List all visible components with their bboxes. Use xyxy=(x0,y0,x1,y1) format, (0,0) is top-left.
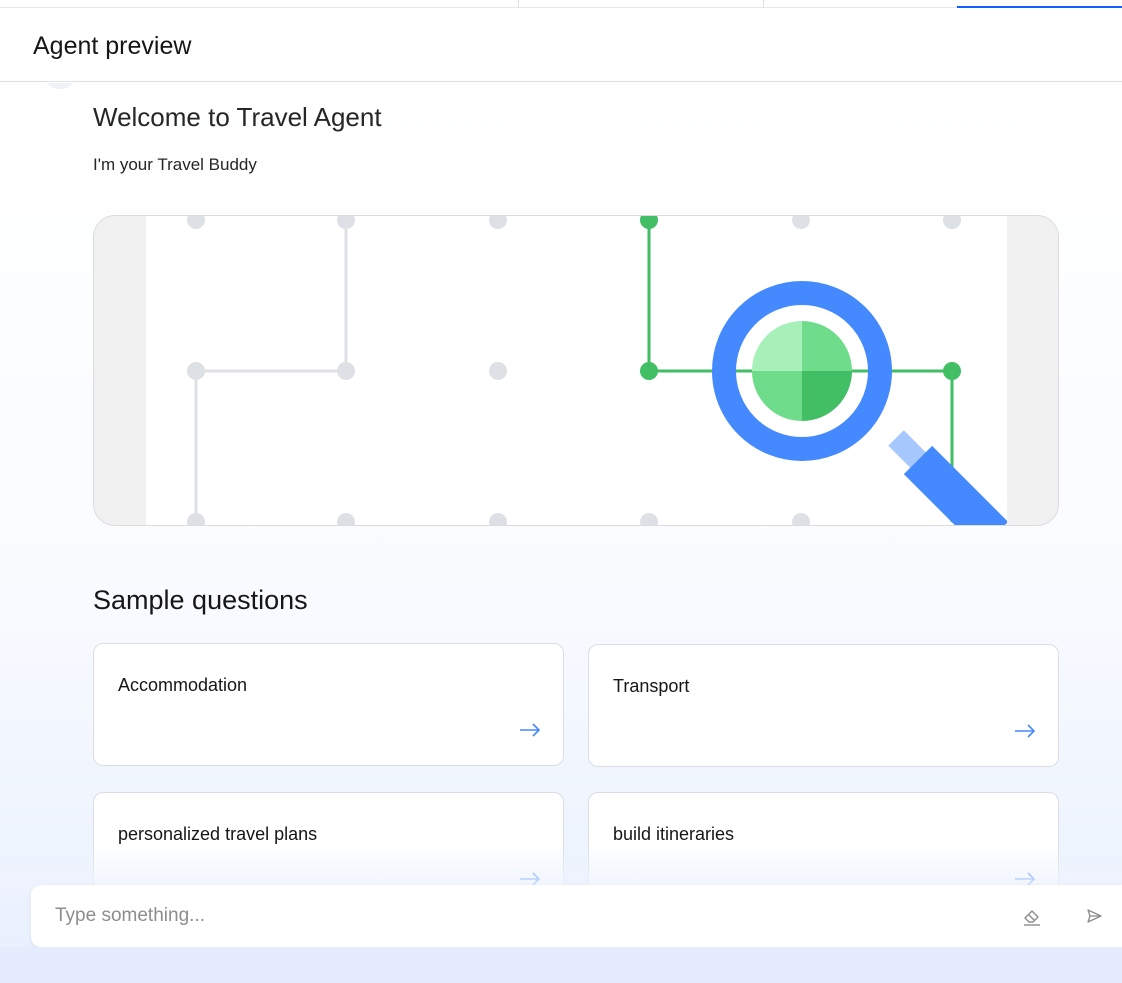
chat-input-bar xyxy=(31,885,1122,947)
panel-header: Agent preview xyxy=(0,8,1122,82)
send-icon xyxy=(1087,909,1102,923)
sample-question-card-transport[interactable]: Transport xyxy=(588,644,1059,767)
send-button[interactable] xyxy=(1082,904,1106,928)
agent-preview-panel: Agent preview Welcome to Travel Agent I'… xyxy=(0,0,1122,983)
sample-question-label: personalized travel plans xyxy=(118,824,318,844)
sample-question-label: build itineraries xyxy=(613,824,735,844)
sample-questions-title: Sample questions xyxy=(93,585,308,615)
sample-question-label: Transport xyxy=(613,676,690,696)
sample-question-label: Accommodation xyxy=(118,675,248,695)
page-title: Agent preview xyxy=(33,32,192,60)
magnifying-glass-network-illustration xyxy=(146,216,1007,525)
sample-question-card-accommodation[interactable]: Accommodation xyxy=(93,643,564,766)
bottom-area xyxy=(0,947,1122,983)
welcome-subtitle: I'm your Travel Buddy xyxy=(93,155,257,174)
tab-separator xyxy=(763,0,764,8)
avatar xyxy=(46,83,74,89)
chat-message-input[interactable] xyxy=(55,899,955,933)
top-tab-strip xyxy=(0,0,1122,8)
arrow-right-icon xyxy=(1015,724,1036,738)
welcome-title: Welcome to Travel Agent xyxy=(93,102,382,132)
clear-button[interactable] xyxy=(1020,904,1044,928)
arrow-right-icon xyxy=(520,723,541,737)
tab-separator xyxy=(518,0,519,8)
welcome-banner xyxy=(93,215,1059,526)
chat-area: Welcome to Travel Agent I'm your Travel … xyxy=(0,83,1122,983)
eraser-icon xyxy=(1024,910,1040,926)
arrow-right-icon xyxy=(520,872,541,886)
arrow-right-icon xyxy=(1015,872,1036,886)
